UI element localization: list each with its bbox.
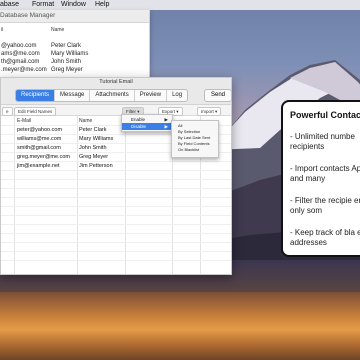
db-name-cell[interactable]: Mary Williams: [51, 51, 88, 57]
recipient-name-cell[interactable]: Greg Meyer: [79, 154, 108, 160]
recipient-name-cell[interactable]: John Smith: [79, 145, 107, 151]
import-label: Import: [201, 109, 214, 114]
filter-disable-label: Disable: [131, 124, 147, 129]
tab-group: Recipients Message Attachments Preview L…: [15, 89, 189, 102]
row-divider: [1, 224, 231, 225]
email-window-title: Tutorial Email: [99, 79, 133, 85]
menu-format[interactable]: Format: [32, 0, 54, 10]
feature-callout-panel: Powerful Contac - Unlimited numbe recipi…: [281, 100, 360, 257]
import-button[interactable]: Import ▾: [197, 107, 222, 116]
row-divider: [1, 206, 231, 207]
column-header-name[interactable]: Name: [79, 118, 92, 124]
row-divider: [1, 260, 231, 261]
panel-bullet: - Unlimited numbe recipients: [290, 132, 355, 151]
submenu-item-on-blacklist[interactable]: On Blacklist: [178, 147, 199, 152]
row-divider: [1, 161, 231, 162]
submenu-arrow-icon: ▶: [164, 124, 168, 129]
recipient-name-cell[interactable]: Peter Clark: [79, 127, 107, 133]
submenu-item-all[interactable]: All: [178, 123, 182, 128]
database-manager-titlebar[interactable]: Database Manager: [0, 10, 149, 23]
row-divider: [1, 251, 231, 252]
recipients-subbar: e Edit Field Names Filter ▾ Export ▾ Imp…: [1, 105, 231, 116]
menu-bar: abase Format Window Help: [0, 0, 360, 10]
db-email-cell[interactable]: th@gmail.com: [1, 59, 39, 65]
filter-disable-item[interactable]: Disable ▶: [122, 123, 172, 130]
database-manager-window: Database Manager il Name @yahoo.com Pete…: [0, 10, 150, 81]
subbar-left-button[interactable]: e: [2, 107, 13, 116]
email-toolbar: Recipients Message Attachments Preview L…: [1, 86, 233, 105]
row-divider: [1, 197, 231, 198]
filter-enable-label: Enable: [131, 117, 146, 122]
recipient-name-cell[interactable]: Mary Williams: [79, 136, 113, 142]
chevron-down-icon: ▾: [176, 109, 179, 114]
filter-menu: Enable ▶ Disable ▶: [121, 114, 173, 132]
filter-submenu: All By Selection By Last Date Sent By Fi…: [171, 120, 219, 158]
submenu-arrow-icon: ▶: [164, 117, 168, 122]
column-header-name[interactable]: Name: [51, 27, 64, 33]
row-divider: [1, 215, 231, 216]
lake: [0, 292, 360, 360]
tab-preview[interactable]: Preview: [135, 90, 168, 101]
db-name-cell[interactable]: John Smith: [51, 59, 81, 65]
panel-title: Powerful Contac: [290, 110, 360, 120]
panel-bullet: - Import contacts Apps and many: [290, 164, 360, 183]
recipient-email-cell[interactable]: williams@me.com: [17, 136, 61, 142]
email-window: Tutorial Email Recipients Message Attach…: [0, 77, 233, 275]
menu-help[interactable]: Help: [95, 0, 109, 10]
submenu-item-by-selection[interactable]: By Selection: [178, 129, 200, 134]
submenu-item-by-field-contents[interactable]: By Field Contents: [178, 141, 210, 146]
row-divider: [1, 179, 231, 180]
row-divider: [1, 188, 231, 189]
panel-bullet: - Keep track of bla email addresses: [290, 228, 360, 247]
tab-message[interactable]: Message: [55, 90, 91, 101]
column-header-email[interactable]: E-Mail: [17, 118, 31, 124]
submenu-item-by-last-date-sent[interactable]: By Last Date Sent: [178, 135, 210, 140]
recipient-email-cell[interactable]: greg.meyer@me.com: [17, 154, 70, 160]
db-email-cell[interactable]: @yahoo.com: [1, 43, 36, 49]
recipient-email-cell[interactable]: jim@example.net: [17, 163, 60, 169]
recipient-email-cell[interactable]: peter@yahoo.com: [17, 127, 62, 133]
db-email-cell[interactable]: .meyer@me.com: [1, 67, 47, 73]
edit-field-names-button[interactable]: Edit Field Names: [14, 107, 57, 116]
row-divider: [1, 242, 231, 243]
db-name-cell[interactable]: Greg Meyer: [51, 67, 83, 73]
panel-bullet: - Filter the recipie enable only som: [290, 196, 360, 215]
row-divider: [1, 233, 231, 234]
email-window-titlebar[interactable]: Tutorial Email: [1, 78, 231, 86]
tab-log[interactable]: Log: [167, 90, 187, 101]
db-email-cell[interactable]: ams@me.com: [1, 51, 40, 57]
tab-recipients[interactable]: Recipients: [16, 90, 56, 101]
send-button[interactable]: Send: [204, 89, 233, 102]
row-divider: [1, 170, 231, 171]
menu-database[interactable]: abase: [0, 0, 19, 10]
database-manager-title: Database Manager: [0, 12, 56, 19]
db-name-cell[interactable]: Peter Clark: [51, 43, 81, 49]
menu-window[interactable]: Window: [61, 0, 86, 10]
column-header-email[interactable]: il: [1, 27, 3, 33]
chevron-down-icon: ▾: [215, 109, 218, 114]
filter-enable-item[interactable]: Enable ▶: [122, 116, 172, 123]
recipient-email-cell[interactable]: smith@gmail.com: [17, 145, 61, 151]
tab-attachments[interactable]: Attachments: [90, 90, 135, 101]
recipient-name-cell[interactable]: Jim Petterson: [79, 163, 113, 169]
